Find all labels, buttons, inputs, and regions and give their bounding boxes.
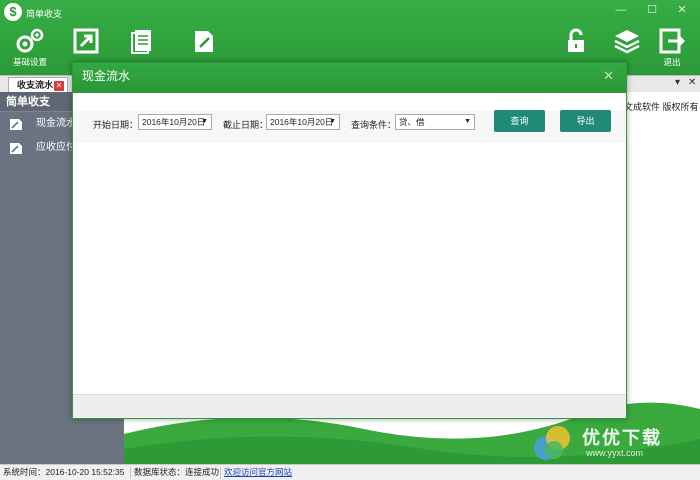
export-button[interactable]: 导出 [560,110,611,132]
condition-label: 查询条件： [351,120,397,130]
toolbar-label: 退出 [663,57,681,67]
toolbar-basic-settings-button[interactable]: 基础设置 [8,28,52,72]
watermark-logo-icon [534,426,570,460]
dialog-header: 现金流水 [73,63,626,93]
db-status: 数据库状态：连接成功 [134,467,220,477]
tab-menu-icon[interactable]: ▾ [675,77,680,88]
document-icon [131,30,151,54]
lock-icon [568,28,584,52]
cash-flow-icon [10,119,22,130]
minimize-button[interactable]: — [612,2,630,18]
end-date-value: 2016年10月20日 [270,117,334,127]
tab-cash-flow[interactable]: 收支流水 ✕ [8,77,68,93]
tab-strip-close-icon[interactable]: ✕ [688,77,696,88]
query-button[interactable]: 查询 [494,110,545,132]
dialog-close-icon[interactable]: ✕ [603,68,614,84]
condition-value: 贷、借 [399,117,425,127]
app-title: 简单收支 [26,9,63,19]
maximize-button[interactable]: ☐ [643,2,661,18]
cash-flow-dialog: 现金流水 ✕ 开始日期： 2016年10月20日 ▼ 截止日期： 2016年10… [72,62,627,419]
chevron-down-icon: ▼ [201,118,208,125]
sidebar-item-label: 现金流水 [36,118,76,129]
dialog-footer [73,394,626,418]
receivable-icon [10,143,22,154]
website-link-anchor[interactable]: 欢迎访问官方网站 [224,467,292,477]
condition-select[interactable]: 贷、借 ▼ [395,114,475,130]
toolbar-exit-button[interactable]: 退出 [650,28,694,72]
website-link[interactable]: 欢迎访问官方网站 [224,465,292,480]
status-bar: 系统时间：2016-10-20 15:52:35 数据库状态：连接成功 欢迎访问… [0,464,700,480]
tab-label: 收支流水 [17,80,54,90]
chevron-down-icon: ▼ [464,118,471,125]
end-date-label: 截止日期： [223,120,269,130]
dialog-title: 现金流水 [82,69,131,83]
start-date-value: 2016年10月20日 [142,117,206,127]
edit-document-icon [195,31,213,52]
status-separator [130,467,131,479]
tab-close-icon[interactable]: ✕ [54,81,64,91]
copyright-banner: 文成软件 版权所有 [624,102,699,112]
start-date-label: 开始日期： [93,120,139,130]
end-date-picker[interactable]: 2016年10月20日 ▼ [266,114,340,130]
system-time: 系统时间：2016-10-20 15:52:35 [3,467,125,477]
chevron-down-icon: ▼ [329,118,336,125]
watermark-url: www.yyxt.com [586,448,644,458]
watermark: 优优下载 www.yyxt.com [530,422,700,464]
watermark-text: 优优下载 [582,428,662,448]
gears-icon [16,28,44,53]
sidebar-item-label: 应收应付 [36,142,76,153]
start-date-picker[interactable]: 2016年10月20日 ▼ [138,114,212,130]
export-icon [73,28,99,54]
status-separator [220,467,221,479]
close-window-button[interactable]: ✕ [673,2,691,18]
app-logo-icon: $ [4,3,22,21]
layers-icon [614,30,640,54]
toolbar-label: 基础设置 [12,57,47,67]
exit-icon [659,28,685,54]
dialog-body: 开始日期： 2016年10月20日 ▼ 截止日期： 2016年10月20日 ▼ … [73,93,626,395]
